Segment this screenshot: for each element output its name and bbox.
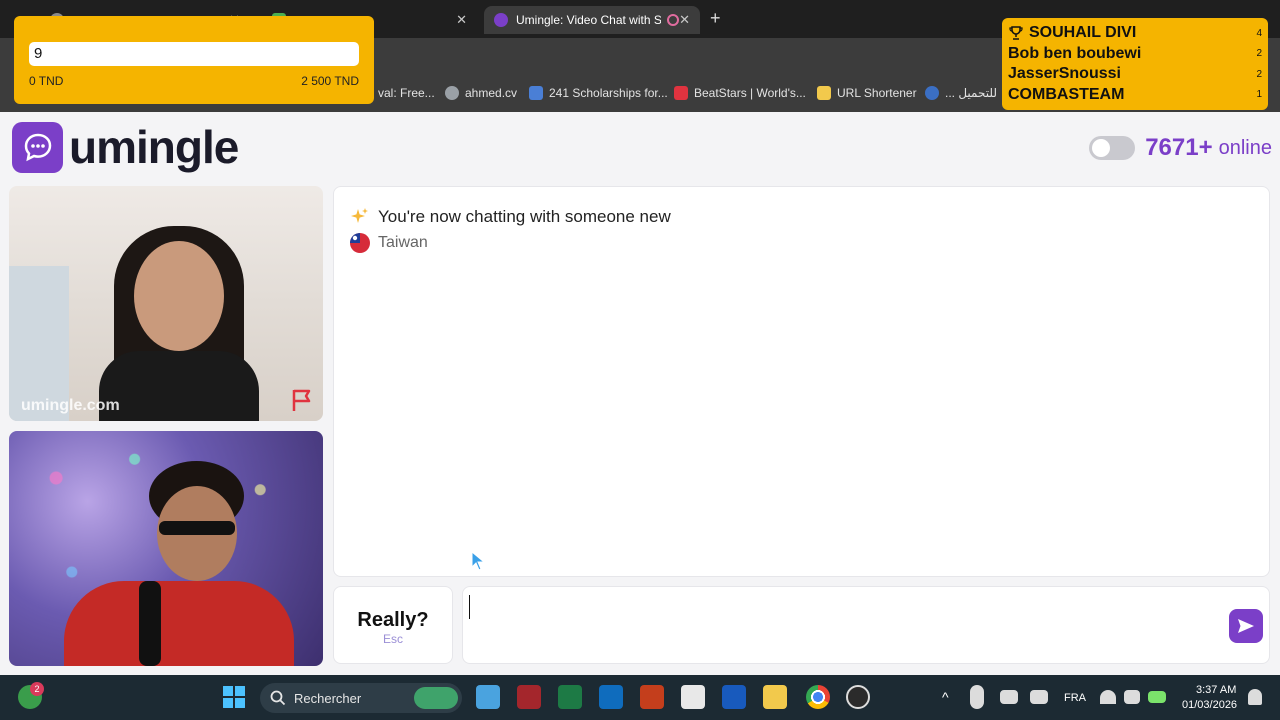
video-person-glasses	[159, 521, 235, 535]
file-explorer-icon[interactable]	[763, 685, 787, 709]
bookmark-item[interactable]: ... للتحميل	[925, 86, 997, 100]
clock-date[interactable]: 01/03/2026	[1182, 699, 1237, 711]
leader-score: 1	[1256, 89, 1262, 101]
bookmark-item[interactable]: URL Shortener	[817, 86, 917, 100]
outlook-icon[interactable]	[599, 685, 623, 709]
skip-button[interactable]: Really? Esc	[333, 586, 453, 664]
bookmark-item[interactable]: 241 Scholarships for...	[529, 86, 668, 100]
microphone	[139, 581, 161, 666]
battery-icon[interactable]	[1148, 691, 1166, 703]
notification-bell-icon[interactable]	[1248, 689, 1262, 705]
display-icon[interactable]	[1030, 690, 1048, 704]
system-message-text: You're now chatting with someone new	[378, 207, 671, 226]
skip-button-label: Really?	[357, 609, 429, 631]
leader-score: 2	[1256, 48, 1262, 60]
leader-name: Bob ben boubewi	[1008, 44, 1142, 62]
goal-min-label: 0 TND	[29, 74, 64, 88]
microphone-icon[interactable]	[970, 685, 984, 709]
search-icon	[270, 690, 286, 706]
bookmark-item[interactable]: ahmed.cv	[445, 86, 517, 100]
mouse-cursor-icon	[471, 551, 485, 571]
new-tab-icon[interactable]: +	[710, 8, 721, 29]
leaderboard-row: SOUHAIL DIVI 4	[1008, 23, 1262, 44]
umingle-watermark: umingle.com	[21, 397, 120, 414]
close-icon[interactable]: ✕	[679, 12, 690, 28]
site-logo[interactable]: umingle	[12, 120, 239, 174]
send-icon	[1238, 619, 1254, 633]
self-video	[9, 431, 323, 666]
taiwan-flag-icon	[350, 233, 370, 253]
windows-start-icon[interactable]	[222, 685, 246, 709]
tab-label: Umingle: Video Chat with S	[516, 13, 661, 27]
theme-toggle[interactable]	[1089, 136, 1136, 160]
clock-time[interactable]: 3:37 AM	[1196, 684, 1236, 696]
windows-taskbar: 2 Rechercher ^ FRA 3:37 AM 01/03/2026	[0, 675, 1280, 720]
send-button[interactable]	[1229, 609, 1263, 643]
beatstars-icon	[674, 86, 688, 100]
wifi-icon[interactable]	[1100, 690, 1116, 704]
keyboard-icon[interactable]	[1000, 690, 1018, 704]
donation-goal-overlay: 9 0 TND 2 500 TND	[14, 16, 374, 104]
leader-name: SOUHAIL DIVI	[1029, 24, 1137, 42]
online-label: online	[1218, 136, 1272, 159]
leader-name: COMBASTEAM	[1008, 85, 1125, 103]
message-box	[462, 586, 1270, 664]
report-flag-icon[interactable]	[289, 387, 315, 413]
goal-max-label: 2 500 TND	[301, 74, 359, 88]
recording-icon	[667, 14, 679, 26]
snipping-tool-icon[interactable]	[681, 685, 705, 709]
chevron-up-icon[interactable]: ^	[942, 689, 949, 705]
scholarship-icon	[529, 86, 543, 100]
country-line: Taiwan	[350, 233, 428, 253]
stranger-video: umingle.com	[9, 186, 323, 421]
leaderboard-row: JasserSnoussi 2	[1008, 64, 1262, 85]
chrome-icon[interactable]	[806, 685, 830, 709]
folder-icon	[817, 86, 831, 100]
word-icon[interactable]	[722, 685, 746, 709]
chat-panel: You're now chatting with someone new Tai…	[333, 186, 1270, 577]
tab-umingle[interactable]: Umingle: Video Chat with S ✕	[484, 6, 700, 34]
leaderboard-row: Bob ben boubewi 2	[1008, 44, 1262, 65]
bookmark-item[interactable]: BeatStars | World's...	[674, 86, 806, 100]
country-label: Taiwan	[378, 234, 428, 251]
system-message: You're now chatting with someone new	[350, 207, 671, 227]
leader-score: 2	[1256, 68, 1262, 80]
text-caret	[469, 595, 470, 619]
leaderboard-row: COMBASTEAM 1	[1008, 85, 1262, 106]
message-input[interactable]	[469, 593, 1219, 623]
chat-bubble-icon	[12, 121, 63, 173]
access-icon[interactable]	[517, 685, 541, 709]
close-icon[interactable]: ✕	[456, 12, 467, 28]
trophy-icon	[1009, 26, 1023, 40]
gear-icon	[925, 86, 939, 100]
goal-value-field: 9	[29, 42, 359, 66]
notification-badge: 2	[30, 682, 44, 696]
leaderboard-overlay: SOUHAIL DIVI 4 Bob ben boubewi 2 JasserS…	[1002, 18, 1268, 110]
leader-score: 4	[1256, 27, 1262, 39]
language-indicator[interactable]: FRA	[1064, 692, 1086, 704]
globe-icon	[445, 86, 459, 100]
search-label: Rechercher	[294, 690, 362, 706]
video-person-body	[64, 581, 294, 666]
taskbar-search[interactable]: Rechercher	[260, 683, 462, 713]
online-count: 7671+	[1145, 134, 1213, 161]
umingle-favicon-icon	[494, 13, 508, 27]
notepad-icon[interactable]	[476, 685, 500, 709]
obs-icon[interactable]	[846, 685, 870, 709]
skip-shortcut-key: Esc	[382, 632, 403, 646]
bookmark-item[interactable]: val: Free...	[378, 86, 435, 100]
search-highlight-icon	[414, 687, 458, 709]
leader-name: JasserSnoussi	[1008, 65, 1121, 83]
powerpoint-icon[interactable]	[640, 685, 664, 709]
video-person-body	[99, 351, 259, 421]
excel-icon[interactable]	[558, 685, 582, 709]
sparkles-icon	[351, 208, 368, 223]
video-person-face	[134, 241, 224, 351]
volume-icon[interactable]	[1124, 690, 1140, 704]
logo-text: umingle	[69, 121, 239, 173]
umingle-page: umingle 7671+ online umingle.com You're …	[0, 112, 1280, 675]
online-indicator: 7671+ online	[1089, 134, 1272, 162]
